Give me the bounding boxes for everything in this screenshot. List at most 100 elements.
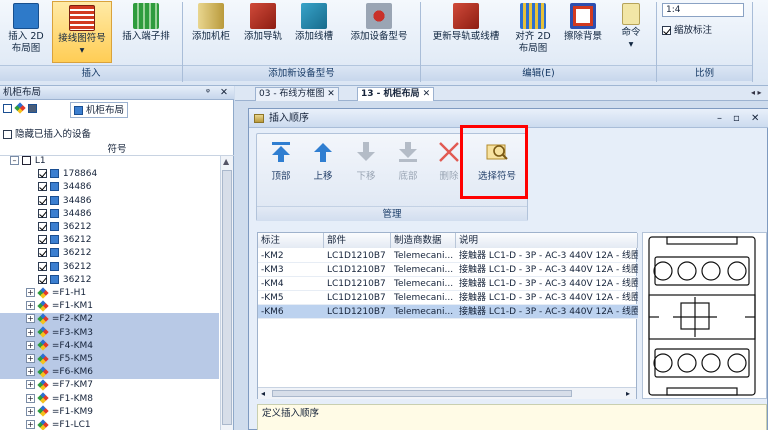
tree-device[interactable]: + =F6-KM6 xyxy=(0,366,219,380)
description-footer: 定义插入顺序 xyxy=(257,404,767,430)
erase-background-button[interactable]: 擦除背景 xyxy=(558,3,608,43)
expand-icon[interactable]: + xyxy=(26,406,35,416)
scale-select[interactable]: 1:4 xyxy=(662,3,744,17)
device-icon xyxy=(37,286,49,299)
view-icon[interactable] xyxy=(3,103,12,113)
expand-icon[interactable]: + xyxy=(26,340,35,350)
tree-device[interactable]: + =F1-LC1 xyxy=(0,418,219,430)
tree-device[interactable]: + =F1-KM8 xyxy=(0,392,219,406)
item-checkbox[interactable] xyxy=(38,261,47,271)
grid-cell-desc: 接触器 LC1-D - 3P - AC-3 440V 12A - 线圈 xyxy=(459,279,638,289)
close-icon[interactable]: ✕ xyxy=(220,86,228,100)
add-cabinet-button[interactable]: 添加机柜 xyxy=(186,3,236,43)
move-up-button[interactable]: 上移 xyxy=(303,140,343,182)
grid-column-header[interactable]: 标注 xyxy=(258,233,324,248)
scroll-right-icon[interactable]: ▸ xyxy=(626,389,630,398)
tab-close-icon[interactable]: ✕ xyxy=(327,89,335,99)
item-checkbox[interactable] xyxy=(38,274,47,284)
expand-icon[interactable]: + xyxy=(26,288,35,297)
grid-scroll-thumb[interactable] xyxy=(272,390,572,397)
symbol-preview xyxy=(642,232,767,399)
grid-column-header[interactable]: 制造商数据 xyxy=(391,233,456,248)
tree-root-l1[interactable]: – L1 xyxy=(0,155,219,168)
expand-icon[interactable]: + xyxy=(26,354,35,363)
tree-item[interactable]: 36212 xyxy=(0,274,219,287)
device-icon[interactable] xyxy=(14,102,26,114)
tab-cabinet-layout[interactable]: 机柜布局 xyxy=(70,102,129,118)
grid-row[interactable]: -KM6 LC1D1210B7 Telemecani... 接触器 LC1-D - 3… xyxy=(258,305,638,319)
tree-device[interactable]: + =F3-KM3 xyxy=(0,326,219,340)
scroll-thumb[interactable] xyxy=(222,170,232,425)
tree-item[interactable]: 178864 xyxy=(0,168,219,181)
insert-terminal-strip-button[interactable]: 插入端子排 xyxy=(115,3,177,43)
command-button[interactable]: 命令 ▾ xyxy=(612,3,650,51)
add-device-model-button[interactable]: 添加设备型号 xyxy=(343,3,415,43)
grid-cell-part: LC1D1210B7 xyxy=(327,279,386,289)
wiring-symbol-button[interactable]: 接线图符号 ▾ xyxy=(52,1,112,63)
tree-item[interactable]: 34486 xyxy=(0,181,219,194)
tabs-scroll-icon[interactable]: ◂ ▸ xyxy=(751,88,762,97)
minimize-icon[interactable]: – xyxy=(717,109,722,128)
tree-device[interactable]: + =F1-KM1 xyxy=(0,300,219,313)
grid-row[interactable]: -KM5 LC1D1210B7 Telemecani... 接触器 LC1-D - 3… xyxy=(258,291,638,305)
maximize-icon[interactable]: ▫ xyxy=(733,109,740,128)
move-top-button[interactable]: 顶部 xyxy=(261,140,301,182)
tree-item[interactable]: 34486 xyxy=(0,208,219,221)
expand-icon[interactable]: + xyxy=(26,393,35,403)
tree-device[interactable]: + =F7-KM7 xyxy=(0,379,219,392)
tree-item[interactable]: 36212 xyxy=(0,221,219,234)
tree-scrollbar[interactable]: ▲ xyxy=(220,156,233,430)
tab-cabinet-layout-doc[interactable]: 13 - 机柜布局 ✕ xyxy=(357,87,435,101)
part-icon xyxy=(49,261,59,271)
expand-icon[interactable]: + xyxy=(26,327,35,337)
scroll-up-icon[interactable]: ▲ xyxy=(223,158,231,166)
item-checkbox[interactable] xyxy=(38,195,47,205)
tree-device[interactable]: + =F1-H1 xyxy=(0,286,219,300)
hide-inserted-checkbox[interactable] xyxy=(3,130,12,139)
grid-row[interactable]: -KM3 LC1D1210B7 Telemecani... 接触器 LC1-D - 3… xyxy=(258,263,638,277)
tree-device[interactable]: + =F4-KM4 xyxy=(0,339,219,353)
item-checkbox[interactable] xyxy=(38,208,47,218)
tree-item[interactable]: 36212 xyxy=(0,234,219,247)
tab-wiring-block-diagram[interactable]: 03 - 布线方框图 ✕ xyxy=(255,87,339,101)
add-duct-button[interactable]: 添加线槽 xyxy=(289,3,339,43)
scroll-left-icon[interactable]: ◂ xyxy=(261,389,265,398)
update-rail-duct-button[interactable]: 更新导轨或线槽 xyxy=(424,3,508,43)
grid-row[interactable]: -KM2 LC1D1210B7 Telemecani... 接触器 LC1-D - 3… xyxy=(258,249,638,263)
tree-item[interactable]: 36212 xyxy=(0,261,219,274)
tree-item[interactable]: 34486 xyxy=(0,195,219,208)
add-rail-button[interactable]: 添加导轨 xyxy=(238,3,288,43)
list-icon[interactable] xyxy=(27,103,37,113)
hide-inserted-option[interactable]: 隐藏已插入的设备 xyxy=(3,129,203,141)
insert-2d-layout-button[interactable]: 插入 2D 布局图 xyxy=(4,3,48,55)
item-checkbox[interactable] xyxy=(38,222,47,231)
item-checkbox[interactable] xyxy=(38,235,47,245)
item-checkbox[interactable] xyxy=(38,182,47,192)
expand-icon[interactable]: + xyxy=(26,301,35,311)
expand-icon[interactable]: + xyxy=(26,314,35,324)
item-checkbox[interactable] xyxy=(38,169,47,179)
grid-column-header[interactable]: 说明 xyxy=(456,233,638,248)
tree-device[interactable]: + =F5-KM5 xyxy=(0,352,219,367)
align-2d-layout-button[interactable]: 对齐 2D 布局图 xyxy=(510,3,556,55)
scale-annotation-checkbox[interactable] xyxy=(662,26,671,35)
tree-device[interactable]: + =F2-KM2 xyxy=(0,313,219,327)
close-icon[interactable]: ✕ xyxy=(751,109,759,128)
expand-icon[interactable]: + xyxy=(26,420,35,429)
tab-close-icon[interactable]: ✕ xyxy=(423,89,431,99)
move-down-button[interactable]: 下移 xyxy=(346,140,386,182)
expand-icon[interactable]: + xyxy=(26,367,35,377)
tree-item-label: 34486 xyxy=(62,208,92,219)
tree-device[interactable]: + =F1-KM9 xyxy=(0,405,219,419)
pin-icon[interactable]: ᵠ xyxy=(206,86,210,100)
grid-horizontal-scrollbar[interactable]: ◂ ▸ xyxy=(258,387,636,399)
scale-annotation-option[interactable]: 缩放标注 xyxy=(662,25,752,37)
grid-column-header[interactable]: 部件 xyxy=(324,233,391,248)
move-bottom-button[interactable]: 底部 xyxy=(388,140,428,182)
part-icon xyxy=(49,274,59,284)
collapse-icon[interactable]: – xyxy=(10,156,19,165)
tree-item[interactable]: 36212 xyxy=(0,247,219,260)
grid-row[interactable]: -KM4 LC1D1210B7 Telemecani... 接触器 LC1-D - 3… xyxy=(258,277,638,291)
item-checkbox[interactable] xyxy=(38,248,47,258)
expand-icon[interactable]: + xyxy=(26,380,35,390)
